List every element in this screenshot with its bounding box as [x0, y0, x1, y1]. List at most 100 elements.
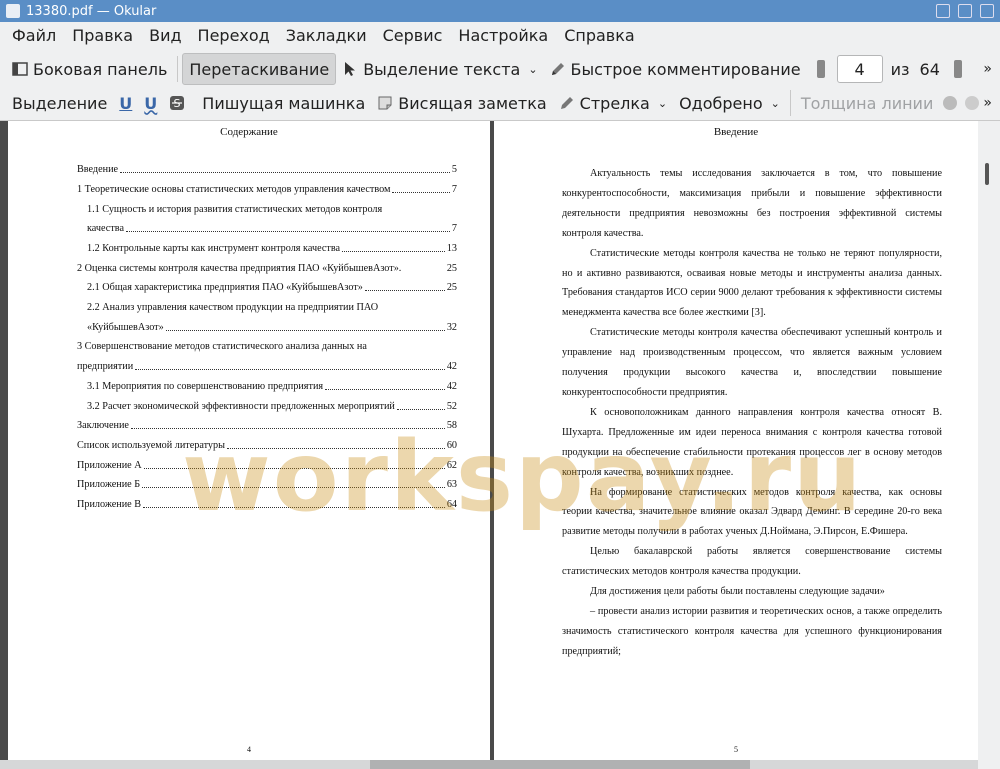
menu-go[interactable]: Переход [190, 22, 278, 50]
toc-text: предприятии [77, 361, 134, 372]
quick-annotations-button[interactable]: Быстрое комментирование [544, 54, 807, 84]
menu-bookmarks[interactable]: Закладки [278, 22, 375, 50]
sticky-note-button[interactable]: Висящая заметка [371, 88, 552, 118]
paragraph: – провести анализ истории развития и тео… [562, 605, 942, 657]
toc-page: 52 [446, 401, 457, 412]
toc-text: Приложение А [77, 460, 142, 471]
sidebar-button-label: Боковая панель [33, 59, 168, 79]
toc-leader [403, 271, 444, 272]
pen-tool-icon [560, 97, 573, 109]
toc-leader [125, 230, 450, 232]
toc-leader [130, 427, 445, 429]
toc-leader [342, 250, 445, 252]
text-select-button[interactable]: Выделение текста ⌄ [336, 54, 543, 84]
squiggle-button[interactable]: U [138, 88, 163, 118]
page-total: 64 [919, 59, 940, 79]
arrow-tool-label: Стрелка [579, 93, 650, 113]
toc-page: 63 [446, 479, 457, 490]
menu-help[interactable]: Справка [556, 22, 643, 50]
toc-page: 25 [446, 263, 457, 274]
quick-annotations-label: Быстрое комментирование [570, 59, 801, 79]
arrow-tool-button[interactable]: Стрелка ⌄ [553, 88, 673, 118]
cursor-arrow-icon [345, 62, 356, 76]
toc-leader [143, 506, 445, 508]
toc-text: 3.2 Расчет экономической эффективности п… [87, 401, 395, 412]
toc-row: 3.1 Мероприятия по совершенствованию пре… [77, 380, 457, 393]
toc-leader [396, 408, 445, 410]
vertical-scrollbar[interactable] [978, 121, 1000, 769]
next-page-icon[interactable] [953, 60, 962, 78]
strikeout-button[interactable]: S [163, 88, 196, 118]
toc-text: 3.1 Мероприятия по совершенствованию пре… [87, 381, 324, 392]
menu-file[interactable]: Файл [0, 22, 64, 50]
close-icon[interactable] [980, 4, 994, 18]
menu-edit[interactable]: Правка [64, 22, 141, 50]
minimize-icon[interactable] [936, 4, 950, 18]
underline-button[interactable]: U [113, 88, 138, 118]
page-of-label: из [890, 59, 910, 79]
sidebar-button[interactable]: Боковая панель [6, 54, 173, 84]
window-controls [936, 4, 994, 18]
underline-icon: U [119, 93, 133, 113]
page-title: Содержание [220, 126, 278, 138]
toc-page: 42 [446, 361, 457, 372]
paragraph: Статистические методы контроля качества … [562, 247, 942, 319]
toc-row: Приложение А 62 [77, 459, 457, 472]
horizontal-scrollbar[interactable] [0, 760, 978, 769]
window-titlebar: 13380.pdf — Okular [0, 0, 1000, 22]
strikeout-icon: S [170, 96, 185, 110]
toc-page: 42 [446, 381, 457, 392]
toc-leader [226, 447, 445, 449]
typewriter-button[interactable]: Пишущая машинка [196, 88, 371, 118]
toc-row: 1.1 Сущность и история развития статисти… [77, 203, 457, 216]
document-viewer[interactable]: Содержание Введение 5 1 Теоретические осн… [0, 121, 1000, 769]
stamp-select[interactable]: Одобрено ⌄ [673, 88, 786, 118]
toc-leader [165, 329, 445, 331]
toc-row: предприятии 42 [77, 360, 457, 373]
fill-color-icon[interactable] [943, 96, 958, 110]
horizontal-scrollbar-handle[interactable] [370, 760, 750, 769]
toc-leader [142, 486, 445, 488]
toolbar-overflow-icon[interactable]: » [983, 95, 992, 111]
opacity-icon[interactable] [965, 96, 980, 110]
toc-row: 2 Оценка системы контроля качества предп… [77, 262, 457, 275]
browse-mode-button[interactable]: Перетаскивание [182, 53, 337, 85]
maximize-icon[interactable] [958, 4, 972, 18]
note-icon [378, 96, 392, 110]
previous-page-icon[interactable] [816, 60, 825, 78]
toc-row: качества 7 [77, 222, 457, 235]
toc-leader [143, 467, 445, 469]
toolbar-overflow-icon[interactable]: » [983, 61, 992, 77]
toc-text: Список используемой литературы [77, 440, 225, 451]
page-number-input[interactable]: 4 [836, 55, 883, 83]
paragraph: Статистические методы контроля качества … [562, 327, 942, 398]
page-number: 5 [734, 745, 738, 754]
menu-settings[interactable]: Настройка [450, 22, 556, 50]
page-title: Введение [713, 126, 759, 138]
toc-row: 2.1 Общая характеристика предприятия ПАО… [77, 281, 457, 294]
toc-leader [325, 388, 445, 390]
line-width-button[interactable]: Толщина линии [795, 88, 940, 118]
page-body: Актуальность темы исследования заключает… [562, 164, 942, 662]
menu-tools[interactable]: Сервис [375, 22, 451, 50]
toc-text: Приложение Б [77, 479, 141, 490]
menu-view[interactable]: Вид [141, 22, 189, 50]
toc-text: 2.2 Анализ управления качеством продукци… [87, 302, 379, 313]
scrollbar-handle[interactable] [985, 163, 989, 185]
toc-text: «КуйбышевАзот» [87, 322, 164, 333]
annotation-toolbar: Выделение U U S Пишущая машинка Висящая … [0, 86, 1000, 121]
toc-row: Введение 5 [77, 163, 457, 176]
highlight-button[interactable]: Выделение [6, 88, 113, 118]
line-width-label: Толщина линии [800, 93, 934, 113]
toc-text: 3 Совершенствование методов статистическ… [77, 341, 367, 352]
toc-text: 1.1 Сущность и история развития статисти… [87, 204, 383, 215]
typewriter-label: Пишущая машинка [202, 93, 366, 113]
okular-app-icon [6, 4, 20, 18]
chevron-down-icon: ⌄ [657, 96, 668, 110]
toc-text: Введение [77, 164, 119, 175]
toc-text: 1.2 Контрольные карты как инструмент кон… [87, 243, 341, 254]
sidebar-icon [12, 62, 28, 76]
toc-page: 58 [446, 420, 457, 431]
toc-page: 7 [451, 184, 457, 195]
stamp-label: Одобрено [679, 93, 763, 113]
